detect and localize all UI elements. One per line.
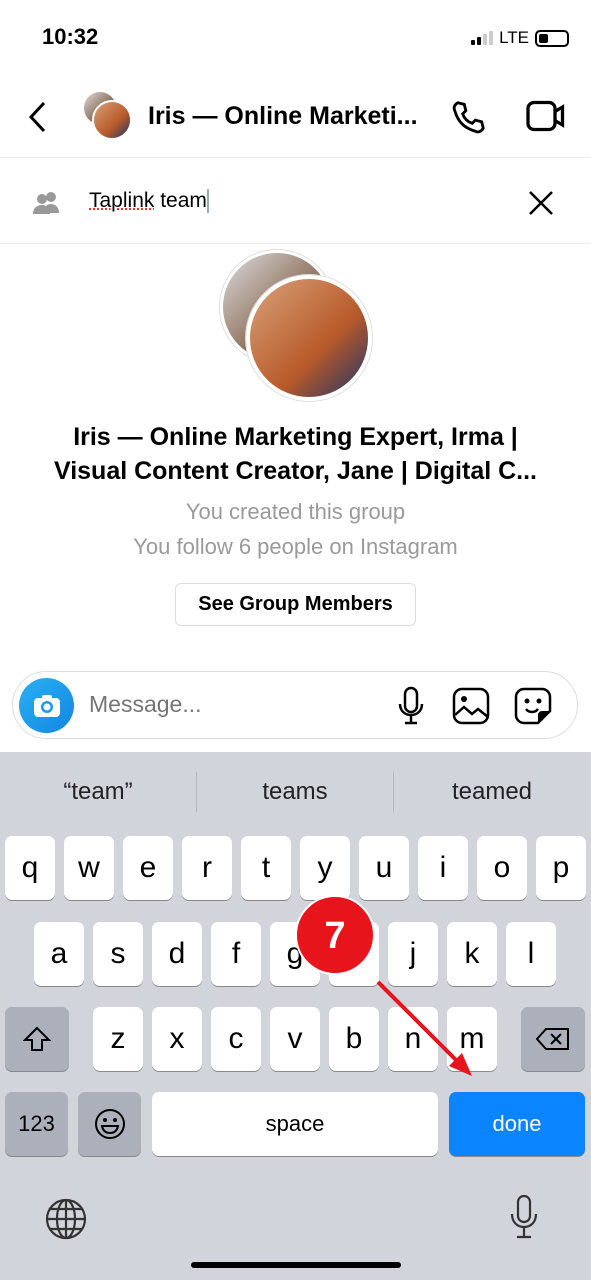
group-icon [33, 192, 59, 214]
suggestion-3[interactable]: teamed [394, 778, 590, 806]
text-cursor [206, 189, 209, 214]
camera-icon [33, 694, 60, 717]
shift-icon [23, 1026, 51, 1051]
group-name-input[interactable]: Taplink team [89, 189, 209, 214]
chat-title[interactable]: Iris — Online Marketi... [148, 102, 418, 131]
camera-button[interactable] [19, 678, 74, 733]
sticker-icon[interactable] [514, 687, 552, 725]
key-t[interactable]: t [241, 836, 291, 900]
key-x[interactable]: x [152, 1007, 202, 1071]
key-a[interactable]: a [34, 922, 84, 986]
phone-icon[interactable] [450, 98, 488, 136]
shift-key[interactable] [5, 1007, 69, 1071]
key-v[interactable]: v [270, 1007, 320, 1071]
key-m[interactable]: m [447, 1007, 497, 1071]
close-icon[interactable] [527, 189, 555, 217]
status-bar-right: LTE [471, 28, 569, 48]
done-key[interactable]: done [449, 1092, 585, 1156]
key-n[interactable]: n [388, 1007, 438, 1071]
message-input[interactable] [89, 691, 369, 718]
signal-icon [471, 31, 494, 45]
dictation-icon[interactable] [508, 1194, 540, 1240]
suggestion-2[interactable]: teams [197, 778, 393, 806]
key-b[interactable]: b [329, 1007, 379, 1071]
group-avatar[interactable] [246, 275, 372, 401]
battery-icon [535, 29, 569, 47]
status-time: 10:32 [42, 24, 99, 49]
misspelled-word: Taplink [89, 189, 155, 212]
backspace-icon [536, 1028, 569, 1050]
key-u[interactable]: u [359, 836, 409, 900]
numbers-key[interactable]: 123 [5, 1092, 68, 1156]
gallery-icon[interactable] [452, 687, 490, 725]
key-y[interactable]: y [300, 836, 350, 900]
key-g[interactable]: g [270, 922, 320, 986]
key-i[interactable]: i [418, 836, 468, 900]
microphone-icon[interactable] [397, 686, 425, 726]
key-w[interactable]: w [64, 836, 114, 900]
suggestion-1[interactable]: “team” [0, 778, 196, 806]
key-p[interactable]: p [536, 836, 586, 900]
key-e[interactable]: e [123, 836, 173, 900]
group-name-line2: Visual Content Creator, Jane | Digital C… [53, 457, 538, 485]
key-s[interactable]: s [93, 922, 143, 986]
key-z[interactable]: z [93, 1007, 143, 1071]
key-o[interactable]: o [477, 836, 527, 900]
see-group-members-button[interactable]: See Group Members [175, 583, 416, 626]
space-key[interactable]: space [152, 1092, 438, 1156]
back-icon[interactable] [26, 100, 48, 134]
key-l[interactable]: l [506, 922, 556, 986]
emoji-icon [94, 1109, 125, 1139]
globe-icon[interactable] [44, 1197, 88, 1241]
follow-text: You follow 6 people on Instagram [133, 534, 458, 559]
network-label: LTE [499, 28, 529, 47]
emoji-key[interactable] [78, 1092, 141, 1156]
group-name-line1: Iris — Online Marketing Expert, Irma | [73, 423, 518, 451]
group-full-name: Iris — Online Marketing Expert, Irma | Vi… [0, 420, 591, 488]
key-r[interactable]: r [182, 836, 232, 900]
key-q[interactable]: q [5, 836, 55, 900]
group-name-rest: team [154, 189, 207, 212]
key-f[interactable]: f [211, 922, 261, 986]
video-call-icon[interactable] [525, 98, 567, 134]
key-d[interactable]: d [152, 922, 202, 986]
key-h[interactable]: h [329, 922, 379, 986]
delete-key[interactable] [521, 1007, 585, 1071]
avatar[interactable] [92, 100, 132, 140]
home-indicator[interactable] [191, 1262, 401, 1268]
key-j[interactable]: j [388, 922, 438, 986]
key-c[interactable]: c [211, 1007, 261, 1071]
key-k[interactable]: k [447, 922, 497, 986]
created-text: You created this group [185, 499, 406, 524]
